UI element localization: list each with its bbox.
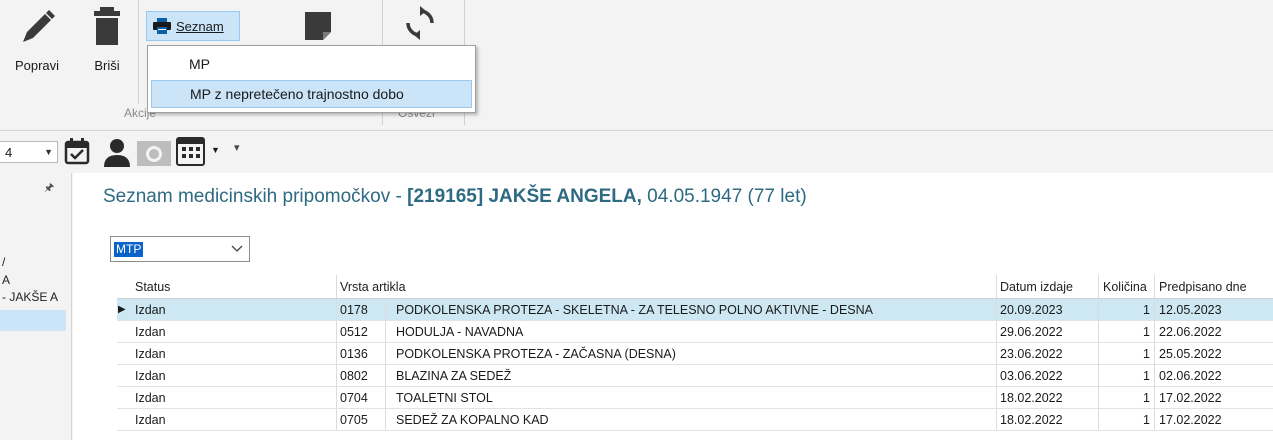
page-title: Seznam medicinskih pripomočkov - [219165… [103,186,807,208]
cell-vrsta: TOALETNI STOL [386,387,997,408]
table-row[interactable]: Izdan 0704 TOALETNI STOL 18.02.2022 1 17… [117,387,1273,409]
data-grid: Status Vrsta artikla Datum izdaje Količi… [117,275,1273,431]
col-header-kolicina[interactable]: Količina [1099,275,1155,298]
cell-predpisano: 22.06.2022 [1159,324,1222,339]
seznam-dropdown-menu: MP MP z nepretečeno trajnostno dobo [147,45,476,113]
camera-icon[interactable] [136,137,172,167]
table-row[interactable]: Izdan 0802 BLAZINA ZA SEDEŽ 03.06.2022 1… [117,365,1273,387]
cell-code: 0802 [337,365,386,386]
col-header-predpisano[interactable]: Predpisano dne [1155,275,1273,298]
brisi-button[interactable]: Briši [84,6,130,73]
dropdown-arrow-icon[interactable]: ▼ [211,145,220,155]
popravi-button[interactable]: Popravi [6,6,68,73]
left-pane-selection [0,310,66,331]
cell-code: 0512 [337,321,386,342]
cell-status: Izdan [117,387,337,408]
table-row[interactable]: Izdan 0136 PODKOLENSKA PROTEZA - ZAČASNA… [117,343,1273,365]
col-header-status[interactable]: Status [117,275,337,298]
filter-select[interactable]: MTP [110,236,250,262]
cell-kolicina: 1 [1099,343,1155,364]
grid-header: Status Vrsta artikla Datum izdaje Količi… [117,275,1273,299]
cell-datum: 18.02.2022 [997,409,1099,430]
cell-code: 0704 [337,387,386,408]
pin-icon[interactable]: 🖈 [44,179,54,198]
menu-item-mp[interactable]: MP [151,50,472,78]
cell-datum: 29.06.2022 [997,321,1099,342]
cell-kolicina: 1 [1099,365,1155,386]
col-header-vrsta[interactable]: Vrsta artikla [337,275,997,298]
menu-item-label: MP z nepretečeno trajnostno dobo [190,86,404,102]
cell-vrsta: PODKOLENSKA PROTEZA - SKELETNA - ZA TELE… [386,299,997,320]
popravi-label: Popravi [15,58,59,73]
cell-predpisano: 17.02.2022 [1159,390,1222,405]
refresh-button[interactable] [396,6,444,42]
cell-predpisano: 12.05.2023 [1159,302,1222,317]
cell-code: 0136 [337,343,386,364]
popravi-text: Popravi [14,58,60,73]
refresh-icon [406,6,434,40]
main-panel: Seznam medicinskih pripomočkov - [219165… [73,173,1273,440]
chevron-down-icon [231,245,243,252]
cell-status: Izdan [117,409,337,430]
period-combo-value: 4 [5,144,13,160]
cell-datum: 18.02.2022 [997,387,1099,408]
person-icon[interactable] [102,137,132,167]
seznam-button[interactable]: Seznam [146,11,240,41]
chevron-down-icon: ▼ [44,147,53,157]
cell-kolicina: 1 [1099,321,1155,342]
cell-status: Izdan [117,321,337,342]
menu-item-mp-nepreteceno[interactable]: MP z nepretečeno trajnostno dobo [151,80,472,108]
left-pane: 🖈 / A - JAKŠE A [0,173,72,440]
cell-predpisano: 02.06.2022 [1159,368,1222,383]
patient-name: [219165] JAKŠE ANGELA, [407,186,642,207]
note-button[interactable] [296,6,340,42]
col-header-datum[interactable]: Datum izdaje [997,275,1099,298]
toolbar: 4 ▼ ▼ ▾ [0,131,1273,173]
cell-status: Izdan [117,343,337,364]
trash-icon [94,7,120,45]
left-pane-item[interactable]: A [2,273,10,287]
cell-kolicina: 1 [1099,299,1155,320]
pencil-icon [23,10,55,42]
cell-status: Izdan [117,299,337,320]
menu-item-label: MP [189,56,210,72]
filter-value: MTP [114,241,144,257]
left-pane-item[interactable]: / [2,255,5,269]
note-icon [305,12,331,40]
left-pane-item[interactable]: - JAKŠE A [2,290,58,304]
ribbon-separator [138,0,139,104]
cell-code: 0705 [337,409,386,430]
title-prefix: Seznam medicinskih pripomočkov - [103,186,408,207]
printer-icon [153,18,171,34]
cell-vrsta: SEDEŽ ZA KOPALNO KAD [386,409,997,430]
cell-datum: 23.06.2022 [997,343,1099,364]
cell-vrsta: HODULJA - NAVADNA [386,321,997,342]
grid-view-icon[interactable] [176,137,206,167]
table-row[interactable]: ▶ Izdan 0178 PODKOLENSKA PROTEZA - SKELE… [117,299,1273,321]
table-row[interactable]: Izdan 0705 SEDEŽ ZA KOPALNO KAD 18.02.20… [117,409,1273,431]
cell-kolicina: 1 [1099,387,1155,408]
brisi-label: Briši [94,58,120,73]
cell-status: Izdan [117,365,337,386]
cell-kolicina: 1 [1099,409,1155,430]
calendar-check-icon[interactable] [64,137,90,165]
cell-code: 0178 [337,299,386,320]
customize-toolbar-icon[interactable]: ▾ [234,141,240,154]
cell-vrsta: BLAZINA ZA SEDEŽ [386,365,997,386]
row-indicator-icon: ▶ [118,304,126,315]
cell-datum: 03.06.2022 [997,365,1099,386]
cell-predpisano: 25.05.2022 [1159,346,1222,361]
patient-birth: 04.05.1947 (77 let) [641,186,807,207]
cell-vrsta: PODKOLENSKA PROTEZA - ZAČASNA (DESNA) [386,343,997,364]
cell-datum: 20.09.2023 [997,299,1099,320]
period-combo[interactable]: 4 ▼ [0,141,58,163]
table-row[interactable]: Izdan 0512 HODULJA - NAVADNA 29.06.2022 … [117,321,1273,343]
cell-predpisano: 17.02.2022 [1159,412,1222,427]
seznam-label: Seznam [176,18,224,34]
